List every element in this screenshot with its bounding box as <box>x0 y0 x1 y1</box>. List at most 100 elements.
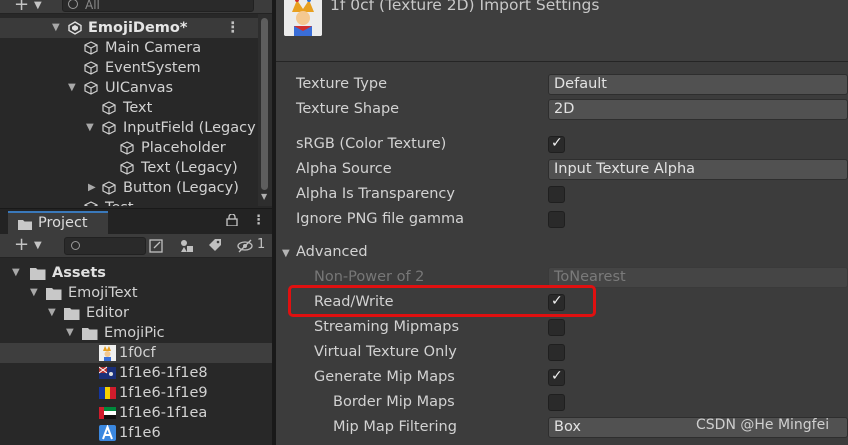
chevron-down-icon[interactable]: ▼ <box>30 283 38 303</box>
chevron-down-icon[interactable]: ▼ <box>282 248 290 259</box>
lock-icon[interactable] <box>226 214 238 226</box>
hierarchy-item-label: Main Camera <box>105 40 202 56</box>
chevron-down-icon[interactable]: ▼ <box>86 118 94 138</box>
chevron-down-icon[interactable]: ▼ <box>52 18 60 38</box>
project-asset-row[interactable]: 1f1e6-1f1e8 <box>0 363 272 383</box>
project-item-label: Assets <box>52 265 106 281</box>
chevron-down-icon[interactable]: ▼ <box>12 263 20 283</box>
hierarchy-item[interactable]: ▶ Button (Legacy) <box>0 178 258 198</box>
hidden-packages-count: 1 <box>257 237 266 252</box>
inspector-body: Texture Type Default Texture Shape 2D sR… <box>276 62 848 445</box>
chevron-down-icon[interactable]: ▼ <box>66 323 74 343</box>
search-by-type-icon[interactable] <box>148 237 166 255</box>
texture-shape-dropdown[interactable]: 2D <box>548 99 848 120</box>
non-power-of-2-label: Non-Power of 2 <box>314 269 425 285</box>
streaming-mipmaps-row: Streaming Mipmaps <box>276 316 848 340</box>
project-asset-row-selected[interactable]: 1f0cf <box>0 343 272 363</box>
inspector-panel: 1f 0cf (Texture 2D) Import Settings Text… <box>276 0 848 445</box>
streaming-mipmaps-checkbox[interactable] <box>548 319 565 336</box>
joker-card-thumbnail <box>99 345 116 361</box>
hierarchy-item[interactable]: ▼ InputField (Legacy <box>0 118 258 138</box>
scrollbar-thumb[interactable] <box>261 18 268 190</box>
srgb-checkbox[interactable]: ✓ <box>548 135 565 153</box>
unity-scene-icon <box>68 21 82 35</box>
project-item-label: 1f1e6-1f1ea <box>119 405 208 421</box>
gameobject-cube-icon <box>84 201 98 206</box>
search-icon <box>71 241 80 250</box>
ignore-png-gamma-label: Ignore PNG file gamma <box>296 211 465 227</box>
more-options-icon[interactable]: ⋮ <box>252 213 265 228</box>
hierarchy-search-input[interactable]: All <box>62 0 254 12</box>
hierarchy-item[interactable]: Test <box>0 198 258 206</box>
virtual-texture-only-checkbox[interactable] <box>548 344 565 361</box>
gameobject-cube-icon <box>84 81 98 95</box>
hierarchy-item-label: EventSystem <box>105 60 201 76</box>
hierarchy-item[interactable]: Text (Legacy) <box>0 158 258 178</box>
border-mip-maps-checkbox[interactable] <box>548 394 565 411</box>
folder-open-icon <box>30 268 46 280</box>
project-toolbar: + ▼ 1 <box>0 234 272 258</box>
chevron-down-icon[interactable]: ▼ <box>34 0 42 11</box>
hierarchy-item-label: Text (Legacy) <box>141 160 238 176</box>
chevron-down-icon[interactable]: ▼ <box>34 240 42 251</box>
border-mip-maps-label: Border Mip Maps <box>333 394 455 410</box>
gameobject-cube-icon <box>84 41 98 55</box>
advanced-foldout[interactable]: ▼ Advanced <box>276 241 848 265</box>
scroll-down-arrow-icon[interactable]: ▼ <box>261 192 267 201</box>
hierarchy-item[interactable]: EventSystem <box>0 58 258 78</box>
project-asset-row[interactable]: 1f1e6-1f1ea <box>0 403 272 423</box>
filter-by-type-icon[interactable] <box>178 237 196 255</box>
texture-type-dropdown[interactable]: Default <box>548 74 848 95</box>
project-asset-row[interactable]: 1f1e6 <box>0 423 272 443</box>
add-icon[interactable]: + <box>14 234 29 256</box>
alpha-is-transparency-row: Alpha Is Transparency <box>276 183 848 207</box>
mip-map-filtering-label: Mip Map Filtering <box>333 419 457 435</box>
tag-icon[interactable] <box>206 237 224 255</box>
hierarchy-scrollbar[interactable]: ▼ <box>258 14 272 206</box>
texture-shape-row: Texture Shape 2D <box>276 98 848 122</box>
hierarchy-item[interactable]: Text <box>0 98 258 118</box>
alpha-source-dropdown[interactable]: Input Texture Alpha <box>548 159 848 180</box>
generate-mip-maps-checkbox[interactable]: ✓ <box>548 368 565 386</box>
gameobject-cube-icon <box>84 61 98 75</box>
project-folder-row[interactable]: ▼ Editor <box>0 303 272 323</box>
project-tree: ▼ Assets ▼ EmojiText ▼ Editor ▼ EmojiPic <box>0 258 272 445</box>
project-folder-row[interactable]: ▼ EmojiText <box>0 283 272 303</box>
srgb-label: sRGB (Color Texture) <box>296 136 447 152</box>
project-item-label: 1f1e6-1f1e9 <box>119 385 208 401</box>
folder-open-icon <box>82 328 98 340</box>
chevron-right-icon[interactable]: ▶ <box>88 178 96 198</box>
alpha-is-transparency-checkbox[interactable] <box>548 186 565 203</box>
virtual-texture-only-label: Virtual Texture Only <box>314 344 457 360</box>
hierarchy-item[interactable]: Main Camera <box>0 38 258 58</box>
hierarchy-tree: ▼ EmojiDemo* ⋮ Main Camera EventSystem ▼… <box>0 14 258 206</box>
alpha-source-row: Alpha Source Input Texture Alpha <box>276 158 848 182</box>
inspector-title: 1f 0cf (Texture 2D) Import Settings <box>330 0 600 14</box>
project-search-input[interactable] <box>64 237 146 255</box>
chevron-down-icon[interactable]: ▼ <box>68 78 76 98</box>
gameobject-cube-icon <box>120 161 134 175</box>
project-item-label: EmojiText <box>68 285 138 301</box>
gameobject-cube-icon <box>102 181 116 195</box>
hierarchy-item[interactable]: Placeholder <box>0 138 258 158</box>
joker-card-icon <box>284 0 322 36</box>
letter-a-thumbnail <box>99 425 116 441</box>
project-asset-row[interactable]: 1f1e6-1f1e9 <box>0 383 272 403</box>
project-folder-row[interactable]: ▼ Assets <box>0 263 272 283</box>
tab-project[interactable]: Project <box>8 211 108 235</box>
project-folder-row[interactable]: ▼ EmojiPic <box>0 323 272 343</box>
flag-uae-thumbnail <box>99 407 116 419</box>
hierarchy-item[interactable]: ▼ UICanvas <box>0 78 258 98</box>
ignore-png-gamma-checkbox[interactable] <box>548 211 565 228</box>
more-options-icon[interactable]: ⋮ <box>226 18 241 38</box>
unity-editor: + ▼ All ▼ EmojiDemo* ⋮ Main Camera Event… <box>0 0 848 445</box>
texture-shape-label: Texture Shape <box>296 101 400 117</box>
add-icon[interactable]: + <box>14 0 29 14</box>
checkmark-icon: ✓ <box>551 135 563 151</box>
hierarchy-item-label: Test <box>105 198 134 206</box>
hidden-packages-icon[interactable] <box>236 237 254 255</box>
hierarchy-scene-row[interactable]: ▼ EmojiDemo* ⋮ <box>0 18 258 38</box>
watermark: CSDN @He Mingfei <box>696 417 830 433</box>
project-item-label: Editor <box>86 305 129 321</box>
chevron-down-icon[interactable]: ▼ <box>48 303 56 323</box>
